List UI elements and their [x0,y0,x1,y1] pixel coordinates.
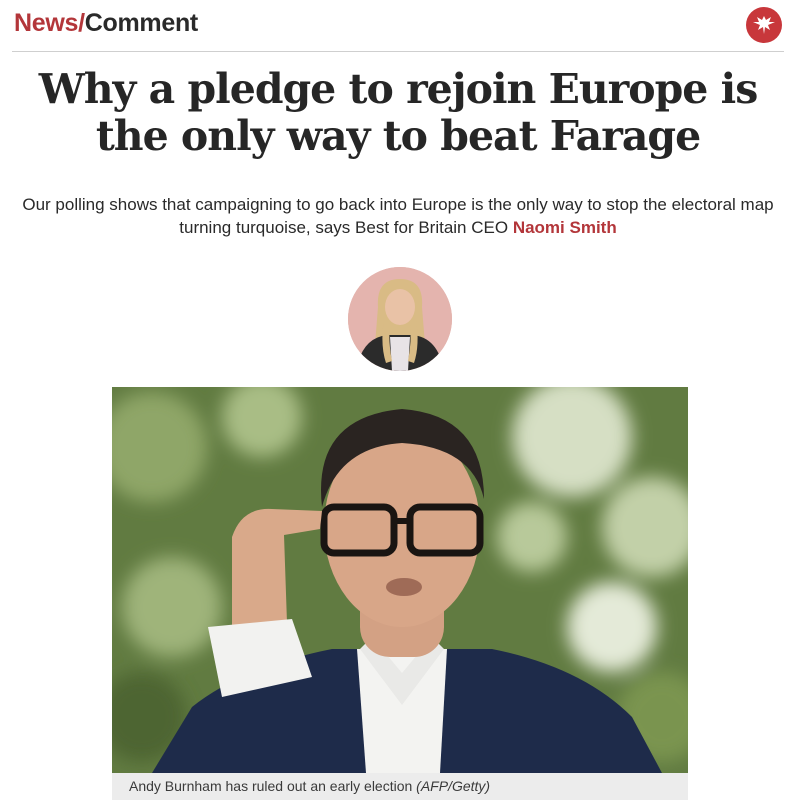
author-portrait [348,267,452,371]
standfirst-text: Our polling shows that campaigning to go… [22,195,774,237]
eagle-logo-mark [753,16,775,34]
breadcrumb-separator: / [78,9,85,37]
section-link-comment[interactable]: Comment [85,9,198,37]
photo-credit: (AFP/Getty) [416,778,491,794]
article-standfirst: Our polling shows that campaigning to go… [20,193,776,239]
author-avatar[interactable] [348,267,452,371]
hero-photo [112,387,688,773]
site-header: News/Comment [12,0,784,52]
article-headline: Why a pledge to rejoin Europe is the onl… [38,65,759,160]
author-link[interactable]: Naomi Smith [513,218,617,237]
caption-text: Andy Burnham has ruled out an early elec… [129,778,417,794]
hero-image[interactable] [112,387,688,773]
eagle-icon[interactable] [746,7,782,43]
image-caption: Andy Burnham has ruled out an early elec… [112,773,688,800]
section-breadcrumb: News/Comment [14,9,198,38]
section-link-news[interactable]: News [14,9,78,37]
